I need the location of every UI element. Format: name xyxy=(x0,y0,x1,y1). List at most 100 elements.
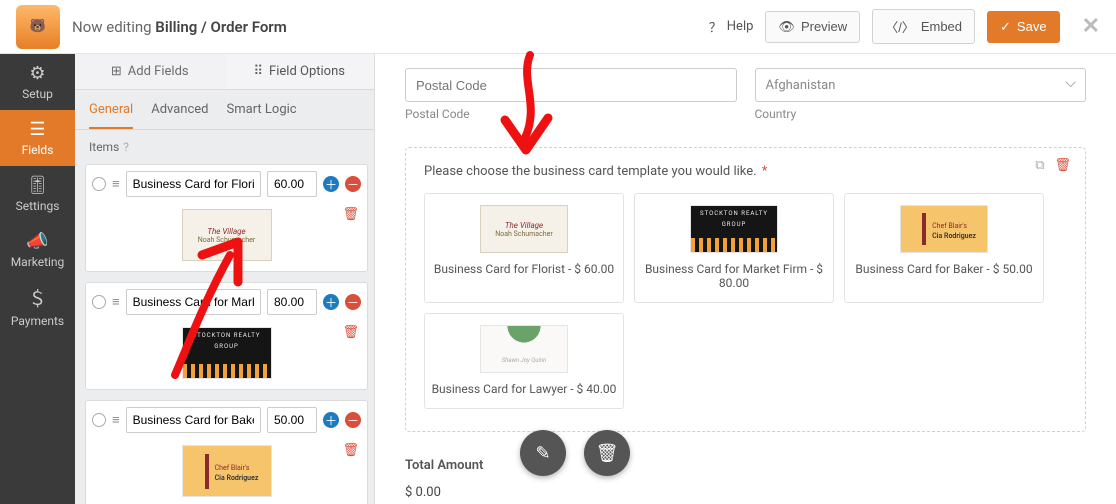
florist-title: The Village xyxy=(207,227,245,236)
tab-field-options[interactable]: ⠿ Field Options xyxy=(225,54,375,90)
dollar-icon: ＄ xyxy=(29,285,47,311)
nav-payments[interactable]: ＄ Payments xyxy=(0,278,75,334)
item-name-input[interactable] xyxy=(126,407,261,433)
baker-mid: Cia Rodriguez xyxy=(932,232,976,240)
close-builder-button[interactable]: ✕ xyxy=(1082,14,1100,39)
nav-marketing[interactable]: 📣 Marketing xyxy=(0,222,75,278)
list-icon: ☰ xyxy=(29,119,45,140)
baker-top: Chef Blair's xyxy=(932,222,967,230)
duplicate-field-button[interactable]: ⧉ xyxy=(1035,158,1044,173)
item-radio[interactable] xyxy=(92,413,106,427)
item-radio[interactable] xyxy=(92,295,106,309)
help-link[interactable]: ？ Help xyxy=(709,17,754,36)
remove-item-button[interactable]: － xyxy=(345,412,361,428)
eye-icon: 👁 xyxy=(778,19,795,35)
item-name-input[interactable] xyxy=(126,171,261,197)
form-preview-canvas[interactable]: Postal Code Afghanistan Country ⧉ 🗑 Plea… xyxy=(375,54,1116,504)
preview-button[interactable]: 👁 Preview xyxy=(765,11,860,43)
megaphone-icon: 📣 xyxy=(26,231,48,252)
card-field-label-text: Please choose the business card template… xyxy=(424,164,757,179)
card-option[interactable]: Shawn Joy Quinn Business Card for Lawyer… xyxy=(424,313,624,409)
country-selected-value: Afghanistan xyxy=(766,78,836,93)
page-title: Now editing Billing / Order Form xyxy=(72,18,287,36)
market-top: STOCKTON REALTY xyxy=(700,210,768,217)
card-caption: Business Card for Florist - $ 60.00 xyxy=(431,262,617,276)
postal-code-input[interactable] xyxy=(405,68,737,102)
card-option[interactable]: STOCKTON REALTY GROUP Business Card for … xyxy=(634,193,834,303)
drag-handle-icon[interactable]: ≡ xyxy=(112,294,120,310)
items-list[interactable]: ≡ ＋ － 🗑 The Village Noah Schumacher ≡ ＋ … xyxy=(75,160,374,504)
baker-top: Chef Blair's xyxy=(215,464,250,472)
nav-fields[interactable]: ☰ Fields xyxy=(0,110,75,166)
remove-item-button[interactable]: － xyxy=(345,176,361,192)
field-options-sidebar: ⊞ Add Fields ⠿ Field Options General Adv… xyxy=(75,54,375,504)
nav-setup-label: Setup xyxy=(22,87,53,101)
country-sublabel: Country xyxy=(755,107,1087,121)
delete-image-button[interactable]: 🗑 xyxy=(342,443,359,458)
edit-field-fab[interactable]: ✎ xyxy=(520,430,566,476)
nav-setup[interactable]: ⚙ Setup xyxy=(0,54,75,110)
item-row-head: ≡ ＋ － xyxy=(86,283,367,321)
options-subtabs: General Advanced Smart Logic xyxy=(75,90,374,130)
item-row: ≡ ＋ － 🗑 Chef Blair's Cia Rodriguez xyxy=(85,400,368,504)
card-option[interactable]: Chef Blair's Cia Rodriguez Business Card… xyxy=(844,193,1044,303)
drag-handle-icon[interactable]: ≡ xyxy=(112,176,120,192)
add-item-button[interactable]: ＋ xyxy=(323,176,339,192)
item-row: ≡ ＋ － 🗑 The Village Noah Schumacher xyxy=(85,164,368,272)
delete-image-button[interactable]: 🗑 xyxy=(342,207,359,222)
card-caption: Business Card for Lawyer - $ 40.00 xyxy=(431,382,617,396)
item-price-input[interactable] xyxy=(267,407,317,433)
sidebar-tabs: ⊞ Add Fields ⠿ Field Options xyxy=(75,54,374,90)
country-col: Afghanistan Country xyxy=(755,68,1087,121)
lawyer-leaf xyxy=(504,326,544,348)
embed-button[interactable]: 〈/〉 Embed xyxy=(872,9,975,44)
card-caption: Business Card for Baker - $ 50.00 xyxy=(851,262,1037,276)
sliders-icon: 🎚 xyxy=(26,175,49,196)
items-heading: Items ? xyxy=(75,130,374,160)
help-tip-icon[interactable]: ? xyxy=(123,140,129,154)
card-thumb: The Village Noah Schumacher xyxy=(479,204,569,254)
market-skyline xyxy=(691,238,777,252)
help-label: Help xyxy=(727,19,754,34)
delete-field-button[interactable]: 🗑 xyxy=(1054,158,1071,173)
item-price-input[interactable] xyxy=(267,171,317,197)
florist-subtitle: Noah Schumacher xyxy=(495,230,552,238)
tab-add-fields-label: Add Fields xyxy=(128,64,189,79)
nav-marketing-label: Marketing xyxy=(11,255,65,269)
country-select[interactable]: Afghanistan xyxy=(755,68,1087,102)
save-button[interactable]: ✓ Save xyxy=(987,11,1060,43)
delete-field-fab[interactable]: 🗑 xyxy=(584,430,630,476)
top-bar: 🐻 Now editing Billing / Order Form ？ Hel… xyxy=(0,0,1116,54)
add-item-button[interactable]: ＋ xyxy=(323,412,339,428)
florist-thumb: The Village Noah Schumacher xyxy=(480,205,568,253)
card-option[interactable]: The Village Noah Schumacher Business Car… xyxy=(424,193,624,303)
business-card-field[interactable]: ⧉ 🗑 Please choose the business card temp… xyxy=(405,147,1086,432)
item-radio[interactable] xyxy=(92,177,106,191)
market-top: STOCKTON REALTY xyxy=(193,332,261,339)
preview-label: Preview xyxy=(801,19,847,34)
card-caption: Business Card for Market Firm - $ 80.00 xyxy=(641,262,827,290)
add-item-button[interactable]: ＋ xyxy=(323,294,339,310)
lawyer-thumb: Shawn Joy Quinn xyxy=(480,325,568,373)
drag-handle-icon[interactable]: ≡ xyxy=(112,412,120,428)
subtab-general[interactable]: General xyxy=(89,102,133,129)
nav-settings[interactable]: 🎚 Settings xyxy=(0,166,75,222)
delete-image-button[interactable]: 🗑 xyxy=(342,325,359,340)
card-thumb: Shawn Joy Quinn xyxy=(479,324,569,374)
florist-title: The Village xyxy=(505,221,543,230)
item-row-head: ≡ ＋ － xyxy=(86,401,367,439)
country-select-wrap: Afghanistan xyxy=(755,68,1087,102)
item-price-input[interactable] xyxy=(267,289,317,315)
save-label: Save xyxy=(1017,19,1047,34)
market-thumb: STOCKTON REALTY GROUP xyxy=(182,327,272,379)
florist-subtitle: Noah Schumacher xyxy=(198,236,255,244)
subtab-smart-logic[interactable]: Smart Logic xyxy=(227,102,297,129)
subtab-advanced[interactable]: Advanced xyxy=(151,102,208,129)
check-icon: ✓ xyxy=(1000,19,1011,35)
tab-add-fields[interactable]: ⊞ Add Fields xyxy=(75,54,225,90)
item-name-input[interactable] xyxy=(126,289,261,315)
items-label: Items xyxy=(89,140,119,154)
form-name: Billing / Order Form xyxy=(155,18,286,36)
postal-sublabel: Postal Code xyxy=(405,107,737,121)
remove-item-button[interactable]: － xyxy=(345,294,361,310)
